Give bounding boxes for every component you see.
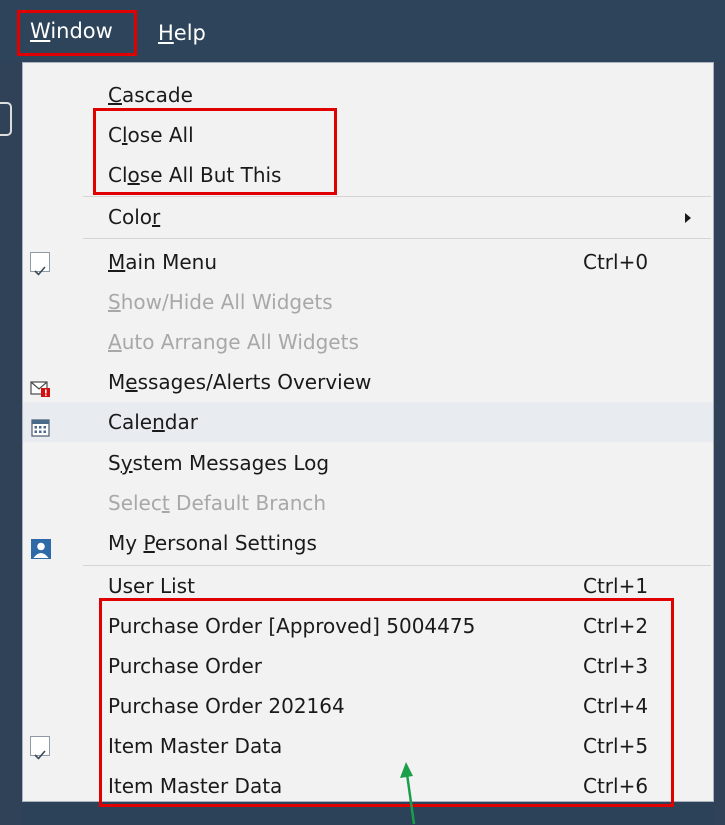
menu-item-system-messages-log[interactable]: System Messages Log [23,443,713,483]
menu-item-label: Messages/Alerts Overview [108,370,372,394]
menu-item-label: My Personal Settings [108,531,317,555]
menu-item-color[interactable]: Color [23,197,713,237]
checkmark-icon [30,736,50,760]
annotation-arrow-icon [400,762,416,825]
menu-item-auto-arrange-widgets: Auto Arrange All Widgets [23,322,713,362]
menu-item-label: Color [108,205,161,229]
user-icon [30,533,52,559]
menu-item-main-menu[interactable]: Main Menu Ctrl+0 [23,242,713,282]
menu-item-messages-alerts[interactable]: Messages/Alerts Overview [23,362,713,402]
menu-item-show-hide-widgets: Show/Hide All Widgets [23,282,713,322]
menu-item-label: Show/Hide All Widgets [108,290,333,314]
menu-window[interactable]: Window [17,10,137,56]
menu-item-label: Auto Arrange All Widgets [108,330,359,354]
menu-bar: Window Help [0,0,725,62]
background-window-left [0,62,22,825]
menu-item-label: Calendar [108,410,198,434]
menu-item-select-default-branch: Select Default Branch [23,483,713,523]
menu-item-calendar[interactable]: Calendar [23,402,713,442]
checkmark-icon [30,252,50,276]
menu-separator [83,238,711,239]
menu-help-label: Help [158,21,206,45]
annotation-highlight-close-items [93,108,337,195]
menu-window-label: Window [30,19,113,43]
menu-item-my-personal-settings[interactable]: My Personal Settings [23,523,713,563]
menu-item-label: Select Default Branch [108,491,327,515]
calendar-icon [30,412,52,437]
chevron-right-icon [685,213,691,223]
background-window-right [714,62,725,825]
menu-item-label: Main Menu [108,250,218,274]
menu-help[interactable]: Help [148,13,216,55]
menu-item-label: System Messages Log [108,451,330,475]
envelope-alert-icon [30,372,52,397]
background-tab-edge [0,102,12,136]
menu-item-shortcut: Ctrl+0 [583,250,649,274]
